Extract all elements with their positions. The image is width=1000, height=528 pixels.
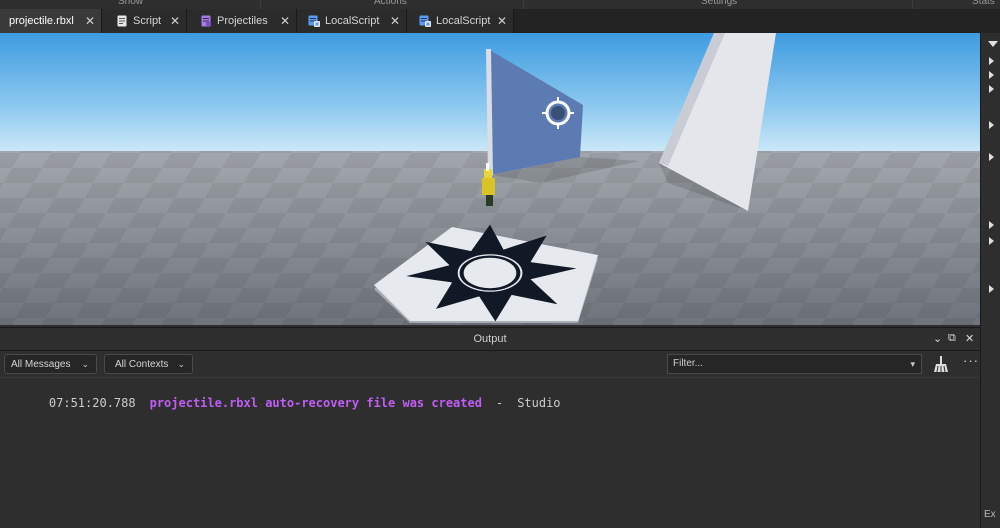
- ribbon-section-actions[interactable]: Actions: [374, 0, 407, 8]
- script-icon: [117, 15, 127, 27]
- close-icon[interactable]: ✕: [280, 14, 290, 28]
- chevron-down-icon[interactable]: ⌄: [933, 332, 942, 345]
- game-viewport[interactable]: [0, 33, 980, 325]
- explorer-tab-label[interactable]: Ex: [984, 509, 996, 520]
- expand-arrow-icon[interactable]: [989, 237, 994, 245]
- clear-output-broom-icon[interactable]: [933, 356, 949, 372]
- tab-label: Projectiles: [217, 15, 268, 27]
- local-script-icon: [308, 15, 320, 27]
- undock-icon[interactable]: ⧉: [948, 332, 956, 345]
- log-source: Studio: [517, 396, 561, 410]
- expand-arrow-icon[interactable]: [989, 285, 994, 293]
- expand-arrow-icon[interactable]: [989, 71, 994, 79]
- tab-localscript-2[interactable]: LocalScript ✕: [407, 9, 514, 33]
- log-message: projectile.rbxl auto-recovery file was c…: [149, 396, 482, 410]
- chevron-down-icon[interactable]: ▾: [910, 355, 915, 373]
- messages-dropdown-label: All Messages: [11, 358, 71, 370]
- document-tab-bar: projectile.rbxl ✕ Script ✕ Projectiles ✕: [0, 9, 1000, 34]
- ribbon-section-show[interactable]: Show: [118, 0, 143, 8]
- messages-dropdown[interactable]: All Messages ⌄: [4, 354, 97, 374]
- output-title: Output: [473, 333, 507, 345]
- tab-label: LocalScript: [436, 15, 491, 27]
- expand-arrow-icon[interactable]: [989, 121, 994, 129]
- ribbon-divider: [523, 0, 524, 9]
- right-panel-strip: Ex: [980, 33, 1000, 528]
- expand-arrow-icon[interactable]: [989, 57, 994, 65]
- contexts-dropdown-label: All Contexts: [115, 358, 169, 370]
- close-icon[interactable]: ✕: [170, 14, 180, 28]
- ribbon-section-stats[interactable]: Stats: [972, 0, 995, 8]
- more-options-icon[interactable]: ···: [963, 353, 979, 368]
- log-timestamp: 07:51:20.788: [48, 396, 136, 410]
- close-icon[interactable]: ✕: [497, 14, 507, 28]
- tab-label: Script: [133, 15, 162, 27]
- filter-icon[interactable]: [988, 41, 998, 47]
- close-icon[interactable]: ✕: [85, 14, 95, 28]
- close-icon[interactable]: ✕: [390, 14, 400, 28]
- tab-projectiles[interactable]: Projectiles ✕: [187, 9, 297, 33]
- ribbon-strip: Show Actions Settings Stats: [0, 0, 1000, 9]
- module-script-icon: [201, 15, 211, 27]
- contexts-dropdown[interactable]: All Contexts ⌄: [104, 354, 193, 374]
- expand-arrow-icon[interactable]: [989, 85, 994, 93]
- expand-arrow-icon[interactable]: [989, 221, 994, 229]
- output-log: 07:51:20.788 projectile.rbxl auto-recover…: [0, 378, 980, 528]
- tab-projectile-rbxl[interactable]: projectile.rbxl ✕: [0, 9, 102, 33]
- chevron-down-icon: ⌄: [81, 359, 89, 369]
- filter-placeholder: Filter...: [673, 358, 704, 369]
- chevron-down-icon: ⌄: [177, 359, 185, 369]
- ribbon-divider: [260, 0, 261, 9]
- local-script-icon: [419, 15, 431, 27]
- close-icon[interactable]: ✕: [965, 332, 974, 345]
- ribbon-divider: [912, 0, 913, 9]
- expand-arrow-icon[interactable]: [989, 153, 994, 161]
- log-separator: -: [495, 396, 504, 410]
- tab-label: LocalScript: [325, 15, 380, 27]
- filter-input[interactable]: Filter... ▾: [667, 354, 922, 374]
- output-panel-header: Output ⌄ ⧉ ✕: [0, 327, 980, 351]
- tab-label: projectile.rbxl: [9, 15, 74, 27]
- tab-script[interactable]: Script ✕: [102, 9, 187, 33]
- viewport-scene: [0, 33, 980, 325]
- ribbon-section-settings[interactable]: Settings: [701, 0, 737, 8]
- output-toolbar: All Messages ⌄ All Contexts ⌄ Filter... …: [0, 351, 980, 378]
- tab-localscript[interactable]: LocalScript ✕: [297, 9, 407, 33]
- log-entry: 07:51:20.788 projectile.rbxl auto-recover…: [20, 382, 561, 424]
